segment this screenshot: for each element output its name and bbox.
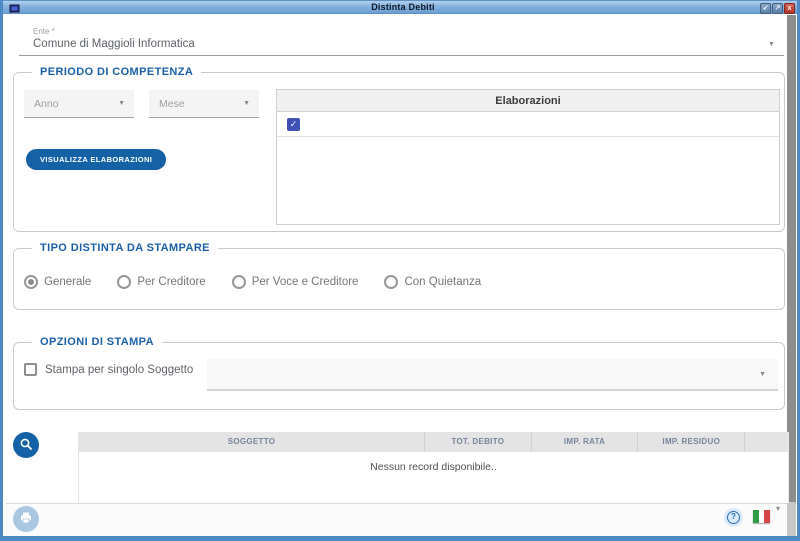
maximize-icon[interactable]: ↗ bbox=[772, 3, 783, 14]
results-table-header: SOGGETTO TOT. DEBITO IMP. RATA IMP. RESI… bbox=[79, 432, 788, 452]
ente-select[interactable]: Comune di Maggioli Informatica bbox=[33, 38, 195, 50]
radio-label: Generale bbox=[44, 276, 91, 288]
checkbox-icon bbox=[24, 363, 37, 376]
ente-underline bbox=[19, 55, 784, 56]
anno-select[interactable]: Anno ▼ bbox=[24, 90, 134, 118]
window-title: Distinta Debiti bbox=[3, 2, 800, 12]
print-button[interactable] bbox=[13, 506, 39, 532]
tipo-distinta-radio-group: Generale Per Creditore Per Voce e Credit… bbox=[24, 275, 481, 289]
soggetto-select[interactable]: ▼ bbox=[207, 359, 778, 391]
search-button[interactable] bbox=[13, 432, 39, 458]
radio-con-quietanza[interactable]: Con Quietanza bbox=[384, 275, 481, 289]
periodo-di-competenza-group: PERIODO DI COMPETENZA Anno ▼ Mese ▼ Elab… bbox=[13, 72, 785, 232]
column-header-soggetto[interactable]: SOGGETTO bbox=[79, 432, 424, 452]
radio-icon bbox=[384, 275, 398, 289]
elaborazioni-table: Elaborazioni ✓ bbox=[276, 89, 780, 225]
opzioni-di-stampa-group: OPZIONI DI STAMPA Stampa per singolo Sog… bbox=[13, 342, 785, 410]
mese-select[interactable]: Mese ▼ bbox=[149, 90, 259, 118]
radio-icon bbox=[117, 275, 131, 289]
empty-records-message: Nessun record disponibile.. bbox=[79, 461, 788, 473]
chevron-down-icon: ▼ bbox=[118, 100, 125, 107]
chevron-down-icon: ▼ bbox=[243, 100, 250, 107]
bottom-bar bbox=[6, 503, 787, 536]
tipo-distinta-group: TIPO DISTINTA DA STAMPARE Generale Per C… bbox=[13, 248, 785, 310]
radio-per-voce-e-creditore[interactable]: Per Voce e Creditore bbox=[232, 275, 359, 289]
radio-per-creditore[interactable]: Per Creditore bbox=[117, 275, 205, 289]
mese-select-label: Mese bbox=[159, 98, 185, 110]
visualizza-elaborazioni-button[interactable]: VISUALIZZA ELABORAZIONI bbox=[26, 149, 166, 170]
chevron-down-icon: ▼ bbox=[759, 371, 766, 378]
minimize-icon[interactable]: ↙ bbox=[760, 3, 771, 14]
tipo-distinta-legend: TIPO DISTINTA DA STAMPARE bbox=[32, 242, 218, 254]
column-header-tot-debito[interactable]: TOT. DEBITO bbox=[424, 432, 531, 452]
chevron-down-icon[interactable]: ▼ bbox=[768, 41, 775, 48]
checkbox-label: Stampa per singolo Soggetto bbox=[45, 364, 193, 376]
distinta-debiti-window: Distinta Debiti ↙ ↗ x Ente * Comune di M… bbox=[0, 0, 800, 541]
ente-field-label: Ente * bbox=[33, 27, 55, 36]
opzioni-stampa-legend: OPZIONI DI STAMPA bbox=[32, 336, 162, 348]
stampa-singolo-soggetto-checkbox[interactable]: Stampa per singolo Soggetto bbox=[24, 363, 193, 376]
table-row[interactable]: ✓ bbox=[277, 112, 779, 137]
italian-flag-icon[interactable] bbox=[753, 510, 770, 523]
radio-label: Con Quietanza bbox=[404, 276, 481, 288]
column-header-imp-residuo[interactable]: IMP. RESIDUO bbox=[637, 432, 744, 452]
elaborazioni-header: Elaborazioni bbox=[277, 90, 779, 112]
radio-icon bbox=[232, 275, 246, 289]
window-bottom-border bbox=[3, 536, 800, 541]
help-button[interactable]: ? bbox=[724, 508, 743, 527]
column-header-imp-rata[interactable]: IMP. RATA bbox=[531, 432, 638, 452]
search-icon bbox=[19, 437, 33, 454]
radio-generale[interactable]: Generale bbox=[24, 275, 91, 289]
scrollbar-thumb[interactable] bbox=[787, 15, 796, 502]
column-header-empty bbox=[744, 432, 788, 452]
help-icon: ? bbox=[727, 511, 740, 524]
printer-icon bbox=[19, 511, 33, 528]
radio-icon bbox=[24, 275, 38, 289]
caret-down-icon: ▾ bbox=[776, 504, 780, 513]
radio-label: Per Creditore bbox=[137, 276, 205, 288]
close-icon[interactable]: x bbox=[784, 3, 795, 14]
results-table: SOGGETTO TOT. DEBITO IMP. RATA IMP. RESI… bbox=[78, 432, 789, 503]
periodo-legend: PERIODO DI COMPETENZA bbox=[32, 66, 201, 78]
elaborazione-checkbox[interactable]: ✓ bbox=[287, 118, 300, 131]
title-bar[interactable]: Distinta Debiti ↙ ↗ x bbox=[3, 0, 800, 14]
radio-label: Per Voce e Creditore bbox=[252, 276, 359, 288]
anno-select-label: Anno bbox=[34, 98, 59, 110]
